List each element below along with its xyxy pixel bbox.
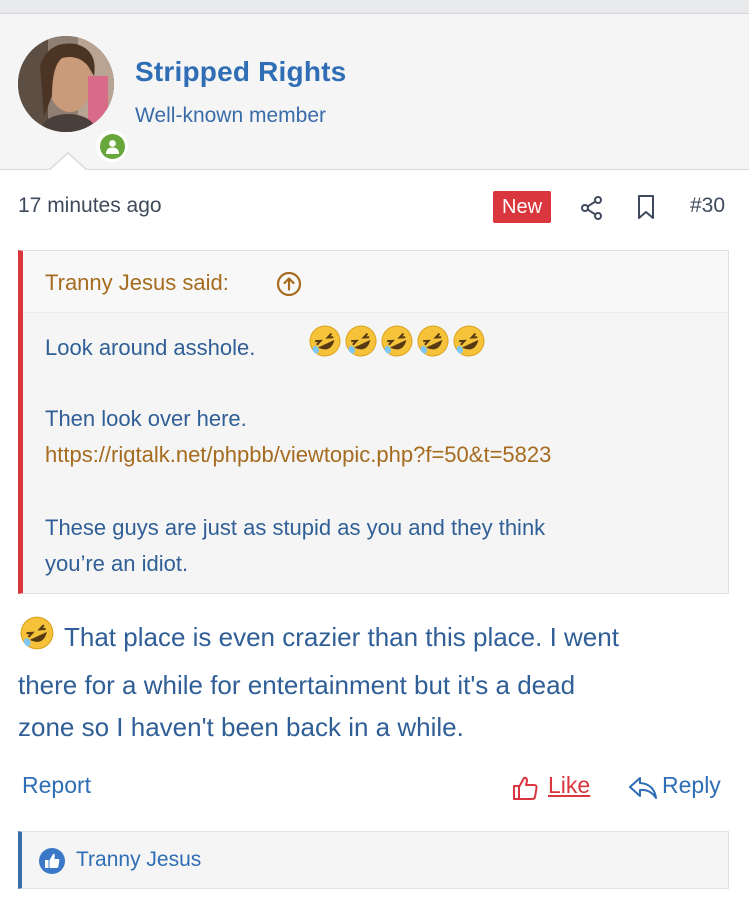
quote-text-line: Then look over here. <box>45 406 247 431</box>
post-meta: 17 minutes ago New #30 <box>0 186 749 226</box>
post-body-line: That place is even crazier than this pla… <box>18 614 730 664</box>
rofl-emoji <box>415 323 451 361</box>
rofl-emoji <box>307 323 343 361</box>
rofl-emoji <box>451 323 487 361</box>
username-link[interactable]: Stripped Rights <box>135 56 346 88</box>
thumbs-up-icon[interactable] <box>512 774 540 807</box>
post-body-line: there for a while for entertainment but … <box>18 670 576 700</box>
bookmark-icon[interactable] <box>636 194 656 225</box>
reaction-user-link[interactable]: Tranny Jesus <box>76 848 201 872</box>
online-status-icon <box>96 130 128 162</box>
reactions-bar: Tranny Jesus <box>18 831 729 889</box>
share-icon[interactable] <box>579 195 605 226</box>
quote-text-line: you’re an idiot. <box>45 551 189 576</box>
rofl-emoji <box>379 323 415 361</box>
arrow-up-circle-icon[interactable] <box>276 271 302 302</box>
like-reaction-icon <box>38 847 66 880</box>
report-button[interactable]: Report <box>22 772 91 799</box>
rofl-emoji <box>18 614 56 664</box>
rofl-emoji <box>343 323 379 361</box>
top-bar <box>0 0 749 14</box>
post-body-text: That place is even crazier than this pla… <box>64 622 619 652</box>
post-actions: Report Like Reply <box>0 768 749 808</box>
user-title: Well-known member <box>135 104 326 127</box>
quote-author-link[interactable]: Tranny Jesus said: <box>45 270 229 296</box>
avatar[interactable] <box>18 36 128 162</box>
post-timestamp[interactable]: 17 minutes ago <box>18 194 162 218</box>
quote-text-line: Look around asshole. <box>45 335 256 360</box>
rofl-emoji-row <box>307 323 487 361</box>
quote-text-line: These guys are just as stupid as you and… <box>45 515 546 540</box>
like-button[interactable]: Like <box>548 772 590 799</box>
post-number-link[interactable]: #30 <box>690 194 725 218</box>
post-body: That place is even crazier than this pla… <box>18 614 730 748</box>
quote-header: Tranny Jesus said: <box>23 251 728 313</box>
reply-button[interactable]: Reply <box>662 772 721 799</box>
new-badge: New <box>493 191 552 223</box>
quote-block: Tranny Jesus said: Look around asshole. … <box>18 250 729 594</box>
post-body-line: zone so I haven't been back in a while. <box>18 712 464 742</box>
quote-external-link[interactable]: https://rigtalk.net/phpbb/viewtopic.php?… <box>45 442 551 468</box>
reply-icon[interactable] <box>628 775 658 806</box>
header-notch-fill <box>49 154 87 171</box>
avatar-image <box>18 36 114 132</box>
user-header: Stripped Rights Well-known member <box>0 14 749 170</box>
